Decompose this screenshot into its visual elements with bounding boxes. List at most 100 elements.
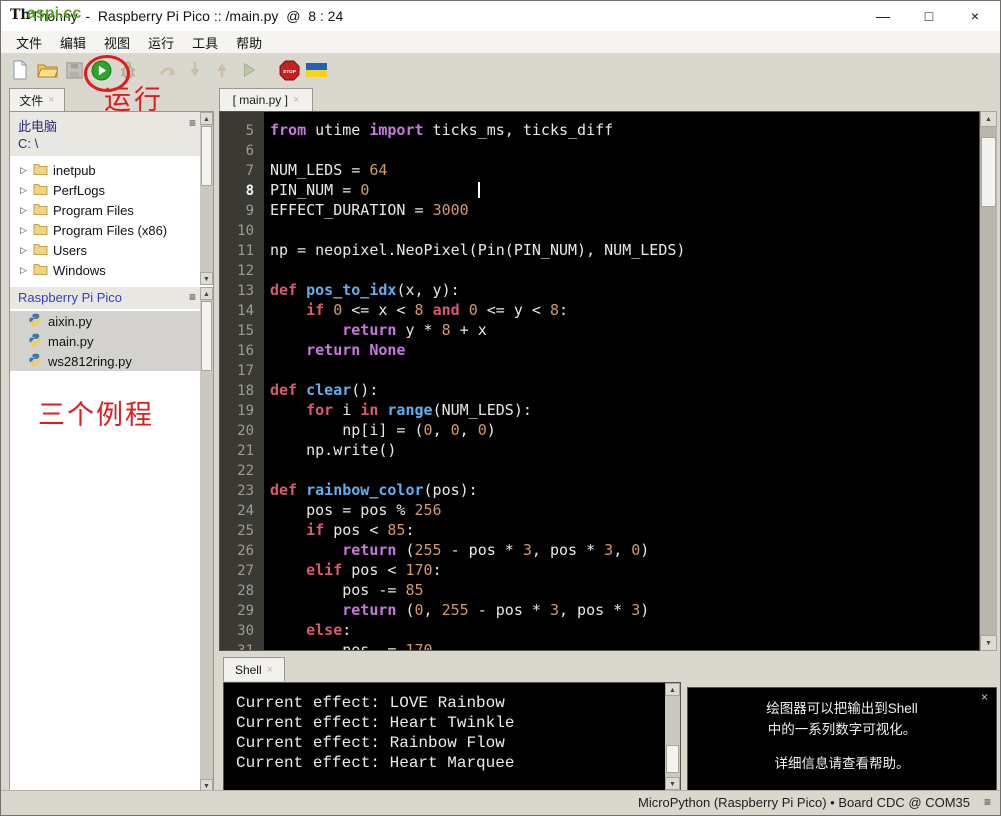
code-line[interactable]: 25 if pos < 85: bbox=[220, 520, 979, 540]
code-line[interactable]: 19 for i in range(NUM_LEDS): bbox=[220, 400, 979, 420]
tab-close-icon[interactable]: × bbox=[293, 94, 299, 106]
tab-close-icon[interactable]: × bbox=[48, 94, 54, 106]
code-line[interactable]: 31 pos -= 170 bbox=[220, 640, 979, 650]
code-line[interactable]: 11 np = neopixel.NeoPixel(Pin(PIN_NUM), N… bbox=[220, 240, 979, 260]
pico-file-item[interactable]: ws2812ring.py bbox=[10, 351, 202, 371]
code-line[interactable]: 16 return None bbox=[220, 340, 979, 360]
scroll-down-icon[interactable]: ▼ bbox=[200, 272, 213, 285]
menu-item[interactable]: 运行 bbox=[139, 31, 183, 54]
code-token: range bbox=[387, 401, 433, 419]
shell-output[interactable]: Current effect: LOVE Rainbow Current effe… bbox=[223, 682, 681, 791]
text-cursor bbox=[477, 182, 480, 198]
code-line[interactable]: 28 pos -= 85 bbox=[220, 580, 979, 600]
status-menu-icon[interactable]: ≡ bbox=[984, 795, 991, 809]
disclosure-triangle-icon[interactable]: ▷ bbox=[20, 185, 28, 196]
disclosure-triangle-icon[interactable]: ▷ bbox=[20, 265, 28, 276]
code-line[interactable]: 27 elif pos < 170: bbox=[220, 560, 979, 580]
disclosure-triangle-icon[interactable]: ▷ bbox=[20, 245, 28, 256]
code-line[interactable]: 9 EFFECT_DURATION = 3000 bbox=[220, 200, 979, 220]
tree-item[interactable]: ▷ inetpub bbox=[10, 160, 200, 180]
tree-item[interactable]: ▷ Windows bbox=[10, 260, 200, 280]
code-line[interactable]: 13 def pos_to_idx(x, y): bbox=[220, 280, 979, 300]
scroll-up-icon[interactable]: ▲ bbox=[980, 111, 997, 127]
code-token: ) bbox=[640, 541, 650, 559]
code-line[interactable]: 26 return (255 - pos * 3, pos * 3, 0) bbox=[220, 540, 979, 560]
drive-path[interactable]: C: \ bbox=[18, 136, 38, 151]
plotter-line: 绘图器可以把输出到Shell bbox=[766, 701, 918, 716]
scroll-thumb[interactable] bbox=[981, 137, 996, 207]
scroll-down-icon[interactable]: ▼ bbox=[980, 635, 997, 651]
shell-scrollbar[interactable]: ▲ ▼ bbox=[665, 683, 680, 790]
tree-item[interactable]: ▷ Program Files bbox=[10, 200, 200, 220]
pico-scrollbar[interactable]: ▲ ▼ bbox=[200, 287, 213, 792]
tab-shell[interactable]: Shell × bbox=[223, 657, 285, 681]
menu-item[interactable]: 帮助 bbox=[227, 31, 271, 54]
save-button[interactable] bbox=[63, 59, 85, 81]
menu-item[interactable]: 编辑 bbox=[51, 31, 95, 54]
step-into-button[interactable] bbox=[184, 59, 206, 81]
tree-item-label: inetpub bbox=[53, 162, 96, 178]
tree-item[interactable]: ▷ PerfLogs bbox=[10, 180, 200, 200]
code-line[interactable]: 15 return y * 8 + x bbox=[220, 320, 979, 340]
code-editor[interactable]: 5 from utime import ticks_ms, ticks_diff 6… bbox=[219, 111, 980, 651]
maximize-button[interactable]: □ bbox=[906, 1, 952, 31]
editor-scrollbar[interactable]: ▲ ▼ bbox=[980, 111, 997, 651]
pico-file-item[interactable]: main.py bbox=[10, 331, 202, 351]
disclosure-triangle-icon[interactable]: ▷ bbox=[20, 205, 28, 216]
tab-main-py[interactable]: [ main.py ] × bbox=[219, 88, 313, 111]
code-line[interactable]: 6 bbox=[220, 140, 979, 160]
code-line[interactable]: 23 def rainbow_color(pos): bbox=[220, 480, 979, 500]
tree-item[interactable]: ▷ Users bbox=[10, 240, 200, 260]
code-line[interactable]: 20 np[i] = (0, 0, 0) bbox=[220, 420, 979, 440]
step-out-button[interactable] bbox=[211, 59, 233, 81]
scroll-up-icon[interactable]: ▲ bbox=[200, 287, 213, 300]
menu-item[interactable]: 视图 bbox=[95, 31, 139, 54]
close-button[interactable]: × bbox=[952, 1, 998, 31]
code-token: pos -= bbox=[270, 581, 406, 599]
code-line[interactable]: 8 PIN_NUM = 0 bbox=[220, 180, 979, 200]
tab-files[interactable]: 文件 × bbox=[9, 88, 65, 111]
code-line[interactable]: 17 bbox=[220, 360, 979, 380]
minimize-button[interactable]: — bbox=[860, 1, 906, 31]
folder-icon bbox=[33, 242, 48, 258]
new-file-button[interactable] bbox=[9, 59, 31, 81]
tab-close-icon[interactable]: × bbox=[267, 664, 273, 676]
code-token: None bbox=[369, 341, 406, 359]
stop-button[interactable]: STOP bbox=[278, 59, 300, 81]
disclosure-triangle-icon[interactable]: ▷ bbox=[20, 225, 28, 236]
code-line[interactable]: 18 def clear(): bbox=[220, 380, 979, 400]
files-scrollbar[interactable]: ▲ ▼ bbox=[200, 112, 213, 285]
menu-item[interactable]: 文件 bbox=[7, 31, 51, 54]
code-line[interactable]: 10 bbox=[220, 220, 979, 240]
code-token: - pos * bbox=[441, 541, 523, 559]
ukraine-flag-button[interactable] bbox=[305, 59, 327, 81]
code-line[interactable]: 21 np.write() bbox=[220, 440, 979, 460]
code-token: from bbox=[270, 121, 307, 139]
code-line[interactable]: 7 NUM_LEDS = 64 bbox=[220, 160, 979, 180]
pico-menu-icon[interactable]: ≡ bbox=[189, 290, 196, 304]
menu-item[interactable]: 工具 bbox=[183, 31, 227, 54]
code-line[interactable]: 30 else: bbox=[220, 620, 979, 640]
code-line[interactable]: 24 pos = pos % 256 bbox=[220, 500, 979, 520]
pico-file-item[interactable]: aixin.py bbox=[10, 311, 202, 331]
scroll-up-icon[interactable]: ▲ bbox=[200, 112, 213, 125]
code-line[interactable]: 5 from utime import ticks_ms, ticks_diff bbox=[220, 120, 979, 140]
code-line[interactable]: 12 bbox=[220, 260, 979, 280]
code-line[interactable]: 22 bbox=[220, 460, 979, 480]
scroll-down-icon[interactable]: ▼ bbox=[665, 777, 680, 790]
code-line[interactable]: 29 return (0, 255 - pos * 3, pos * 3) bbox=[220, 600, 979, 620]
scroll-thumb[interactable] bbox=[666, 745, 679, 773]
files-menu-icon[interactable]: ≡ bbox=[189, 116, 196, 130]
tree-item-label: Windows bbox=[53, 262, 106, 278]
pico-section-header: Raspberry Pi Pico ≡ bbox=[10, 287, 213, 309]
resume-button[interactable] bbox=[238, 59, 260, 81]
scroll-thumb[interactable] bbox=[201, 301, 212, 371]
open-file-button[interactable] bbox=[36, 59, 58, 81]
scroll-thumb[interactable] bbox=[201, 126, 212, 186]
tree-item[interactable]: ▷ Program Files (x86) bbox=[10, 220, 200, 240]
scroll-up-icon[interactable]: ▲ bbox=[665, 683, 680, 696]
code-token: (pos): bbox=[423, 481, 478, 499]
interpreter-status[interactable]: MicroPython (Raspberry Pi Pico) • Board … bbox=[638, 795, 970, 810]
disclosure-triangle-icon[interactable]: ▷ bbox=[20, 165, 28, 176]
code-line[interactable]: 14 if 0 <= x < 8 and 0 <= y < 8: bbox=[220, 300, 979, 320]
